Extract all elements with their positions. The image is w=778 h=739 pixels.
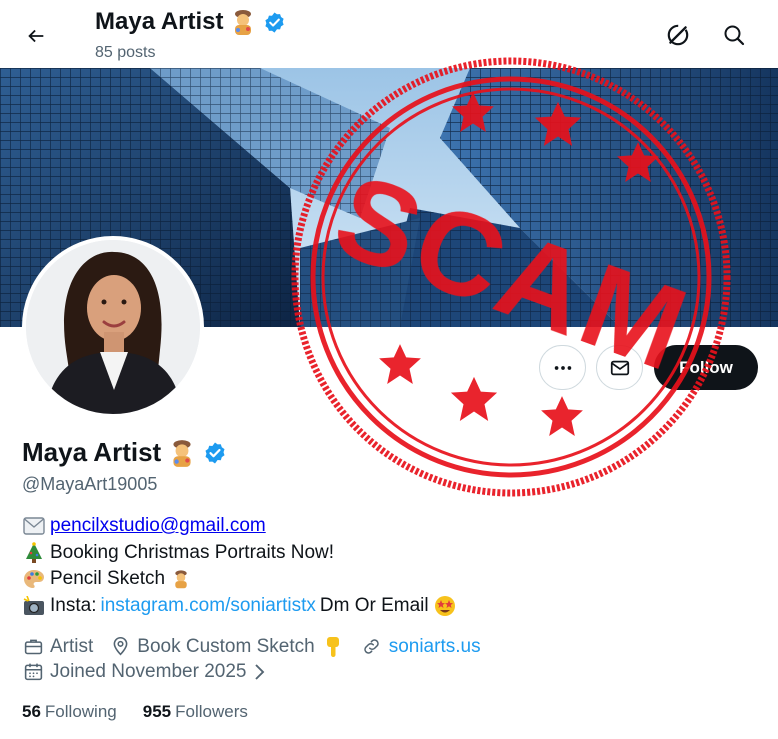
followers-link[interactable]: 955 Followers (143, 702, 248, 722)
verified-badge-icon[interactable] (203, 441, 227, 465)
bio-line-sketch: Pencil Sketch (22, 566, 457, 593)
search-button[interactable] (715, 16, 753, 54)
pointing-down-emoji-icon (321, 635, 345, 659)
bio-insta-suffix: Dm Or Email (319, 594, 429, 616)
followers-label: Followers (175, 702, 248, 721)
profile-bio: pencilxstudio@gmail.com Booking Christma… (22, 513, 457, 619)
bio-sketch-text: Pencil Sketch (50, 568, 166, 589)
grok-button[interactable] (659, 16, 697, 54)
stamp-star (450, 376, 498, 421)
header-name: Maya Artist (95, 8, 224, 35)
profile-display-name: Maya Artist (22, 437, 162, 467)
following-link[interactable]: 56 Following (22, 702, 117, 722)
briefcase-icon (22, 636, 44, 658)
profile-avatar[interactable] (22, 236, 204, 418)
link-icon (361, 636, 383, 658)
meta-joined-text: Joined November 2025 (50, 660, 247, 682)
meta-category: Artist (22, 636, 93, 658)
envelope-icon (610, 360, 629, 375)
follow-counts: 56 Following 955 Followers (22, 702, 248, 722)
bio-line-insta: Insta: instagram.com/soniartistx Dm Or E… (22, 593, 457, 620)
bio-email-link[interactable]: pencilxstudio@gmail.com (50, 513, 266, 540)
avatar-portrait-image (26, 240, 200, 414)
artist-emoji-icon (169, 567, 193, 591)
meta-location-text: Book Custom Sketch (137, 635, 315, 657)
stamp-star (541, 396, 583, 436)
posts-count: 85 posts (95, 44, 156, 61)
header-name-row: Maya Artist (95, 8, 286, 36)
chevron-right-icon (255, 663, 265, 680)
meta-location: Book Custom Sketch (109, 635, 344, 659)
artist-emoji-icon (173, 439, 191, 467)
grok-icon (667, 24, 689, 46)
meta-joined[interactable]: Joined November 2025 (22, 661, 266, 683)
arrow-left-icon (28, 29, 44, 43)
following-count: 56 (22, 702, 41, 721)
camera-flash-emoji-icon (22, 594, 46, 618)
location-pin-icon (109, 636, 131, 658)
star-struck-emoji-icon (433, 594, 457, 618)
bio-christmas-text: Booking Christmas Portraits Now! (50, 541, 335, 563)
bio-line-email: pencilxstudio@gmail.com (22, 513, 457, 540)
search-icon (724, 25, 745, 46)
bio-insta-prefix: Insta: (50, 594, 97, 616)
top-bar: Maya Artist 85 posts (0, 0, 778, 68)
profile-meta: Artist Book Custom Sketch soniarts.us Jo… (22, 634, 497, 684)
christmas-tree-emoji-icon (22, 541, 46, 565)
follow-button[interactable]: Follow (654, 345, 758, 390)
meta-website-link[interactable]: soniarts.us (389, 636, 481, 658)
verified-badge-icon (265, 11, 285, 33)
palette-emoji-icon (22, 567, 46, 591)
calendar-icon (22, 661, 44, 683)
meta-website: soniarts.us (361, 636, 481, 658)
message-button[interactable] (596, 345, 643, 390)
more-dots-icon (554, 365, 571, 370)
stamp-star (379, 344, 421, 384)
bio-instagram-link[interactable]: instagram.com/soniartistx (100, 593, 315, 620)
following-label: Following (44, 702, 117, 721)
envelope-emoji-icon (22, 514, 46, 538)
profile-name-row: Maya Artist (22, 437, 227, 468)
back-button[interactable] (16, 16, 56, 56)
meta-row-2: Joined November 2025 (22, 659, 497, 684)
meta-row-1: Artist Book Custom Sketch soniarts.us (22, 634, 497, 659)
followers-count: 955 (142, 702, 172, 721)
profile-handle: @MayaArt19005 (22, 474, 158, 494)
artist-emoji-icon (235, 10, 252, 35)
meta-category-text: Artist (50, 635, 94, 657)
bio-line-christmas: Booking Christmas Portraits Now! (22, 540, 457, 567)
more-options-button[interactable] (539, 345, 586, 390)
